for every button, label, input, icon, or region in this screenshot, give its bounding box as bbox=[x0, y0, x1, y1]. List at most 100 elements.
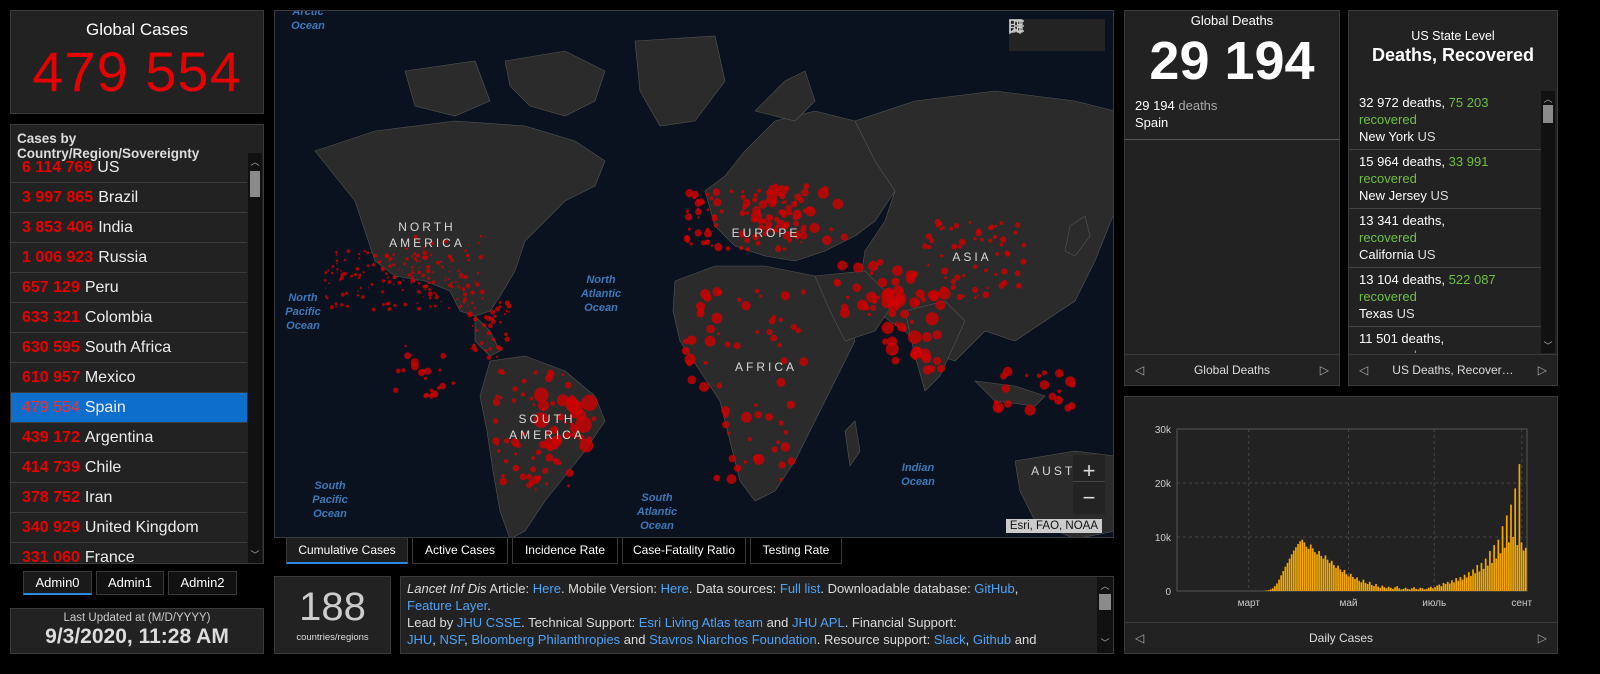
daily-case-bar[interactable] bbox=[1295, 547, 1297, 591]
daily-case-bar[interactable] bbox=[1480, 562, 1483, 591]
case-marker[interactable] bbox=[907, 330, 922, 345]
case-marker[interactable] bbox=[393, 387, 399, 393]
case-marker[interactable] bbox=[340, 303, 344, 307]
case-marker[interactable] bbox=[511, 398, 517, 403]
case-marker[interactable] bbox=[783, 430, 788, 435]
case-marker[interactable] bbox=[357, 276, 361, 279]
case-marker[interactable] bbox=[431, 390, 439, 398]
daily-case-bar[interactable] bbox=[1461, 579, 1464, 591]
case-marker[interactable] bbox=[681, 346, 690, 355]
case-marker[interactable] bbox=[778, 420, 784, 426]
case-marker[interactable] bbox=[704, 335, 716, 347]
case-marker[interactable] bbox=[766, 214, 771, 219]
case-marker[interactable] bbox=[519, 473, 527, 480]
daily-case-bar[interactable] bbox=[1442, 582, 1445, 591]
daily-case-bar[interactable] bbox=[1470, 575, 1472, 591]
case-marker[interactable] bbox=[1024, 373, 1029, 378]
case-marker[interactable] bbox=[482, 323, 487, 328]
case-marker[interactable] bbox=[995, 405, 1002, 412]
daily-case-bar[interactable] bbox=[1497, 539, 1500, 591]
daily-case-bar[interactable] bbox=[1491, 562, 1493, 591]
case-marker[interactable] bbox=[411, 255, 414, 258]
case-marker[interactable] bbox=[381, 279, 385, 283]
case-marker[interactable] bbox=[809, 222, 820, 233]
tab-active-cases[interactable]: Active Cases bbox=[412, 538, 508, 564]
case-marker[interactable] bbox=[741, 301, 751, 311]
case-marker[interactable] bbox=[425, 269, 428, 271]
case-marker[interactable] bbox=[329, 305, 335, 310]
case-marker[interactable] bbox=[335, 250, 338, 254]
case-marker[interactable] bbox=[940, 254, 944, 258]
daily-case-bar[interactable] bbox=[1314, 552, 1316, 591]
case-marker[interactable] bbox=[421, 273, 425, 278]
tab-admin2[interactable]: Admin2 bbox=[168, 571, 237, 595]
case-marker[interactable] bbox=[733, 464, 742, 472]
case-marker[interactable] bbox=[909, 297, 920, 308]
case-marker[interactable] bbox=[787, 457, 796, 466]
case-marker[interactable] bbox=[546, 369, 555, 378]
case-marker[interactable] bbox=[504, 332, 508, 337]
case-marker[interactable] bbox=[448, 306, 451, 310]
case-marker[interactable] bbox=[713, 198, 722, 207]
zoom-out-button[interactable]: − bbox=[1073, 481, 1105, 514]
case-marker[interactable] bbox=[478, 255, 484, 260]
case-marker[interactable] bbox=[800, 241, 803, 244]
case-marker[interactable] bbox=[458, 304, 463, 309]
case-marker[interactable] bbox=[1001, 279, 1008, 286]
us-state-row[interactable]: 13 104 deaths, 522 087 recovered Texas US bbox=[1349, 268, 1541, 327]
daily-case-bar[interactable] bbox=[1271, 588, 1274, 591]
github-link[interactable]: GitHub bbox=[974, 581, 1014, 596]
case-marker[interactable] bbox=[756, 188, 761, 193]
case-marker[interactable] bbox=[418, 260, 421, 262]
case-marker[interactable] bbox=[935, 300, 946, 311]
daily-case-bar[interactable] bbox=[1311, 548, 1314, 591]
case-marker[interactable] bbox=[1020, 258, 1027, 265]
case-marker[interactable] bbox=[424, 392, 430, 398]
case-marker[interactable] bbox=[581, 394, 598, 411]
case-marker[interactable] bbox=[782, 247, 787, 252]
case-marker[interactable] bbox=[725, 246, 731, 251]
case-marker[interactable] bbox=[925, 233, 933, 240]
case-marker[interactable] bbox=[776, 377, 786, 387]
daily-case-bar[interactable] bbox=[1284, 566, 1287, 591]
case-marker[interactable] bbox=[999, 221, 1004, 225]
case-marker[interactable] bbox=[728, 454, 736, 463]
daily-case-bar[interactable] bbox=[1278, 579, 1280, 591]
case-marker[interactable] bbox=[988, 238, 993, 243]
case-marker[interactable] bbox=[740, 194, 746, 200]
case-marker[interactable] bbox=[416, 253, 420, 257]
case-marker[interactable] bbox=[499, 477, 507, 486]
case-marker[interactable] bbox=[795, 213, 800, 218]
daily-case-bar[interactable] bbox=[1345, 574, 1348, 591]
mobile-version-link[interactable]: Here bbox=[661, 581, 689, 596]
daily-case-bar[interactable] bbox=[1297, 544, 1299, 591]
case-marker[interactable] bbox=[712, 188, 721, 196]
case-marker[interactable] bbox=[360, 295, 365, 299]
daily-case-bar[interactable] bbox=[1392, 588, 1394, 591]
case-marker[interactable] bbox=[882, 338, 889, 345]
case-marker[interactable] bbox=[837, 260, 848, 271]
case-marker[interactable] bbox=[846, 295, 850, 299]
case-marker[interactable] bbox=[445, 276, 447, 279]
case-marker[interactable] bbox=[385, 272, 388, 275]
daily-case-bar[interactable] bbox=[1432, 588, 1434, 591]
case-marker[interactable] bbox=[941, 226, 945, 230]
case-marker[interactable] bbox=[973, 237, 977, 241]
country-row[interactable]: 1 006 923 Russia bbox=[11, 243, 247, 273]
case-marker[interactable] bbox=[490, 309, 496, 315]
case-marker[interactable] bbox=[471, 345, 477, 351]
case-marker[interactable] bbox=[968, 220, 972, 224]
case-marker[interactable] bbox=[459, 272, 464, 278]
nsf-link[interactable]: NSF bbox=[440, 632, 465, 647]
case-marker[interactable] bbox=[384, 253, 389, 258]
case-marker[interactable] bbox=[505, 309, 508, 313]
case-marker[interactable] bbox=[822, 235, 832, 245]
case-marker[interactable] bbox=[424, 376, 427, 380]
case-marker[interactable] bbox=[1001, 268, 1008, 275]
case-marker[interactable] bbox=[344, 258, 347, 261]
case-marker[interactable] bbox=[438, 368, 442, 372]
case-marker[interactable] bbox=[496, 345, 501, 350]
case-marker[interactable] bbox=[465, 283, 471, 289]
case-marker[interactable] bbox=[411, 269, 414, 272]
scrollbar-thumb[interactable] bbox=[1543, 105, 1553, 123]
